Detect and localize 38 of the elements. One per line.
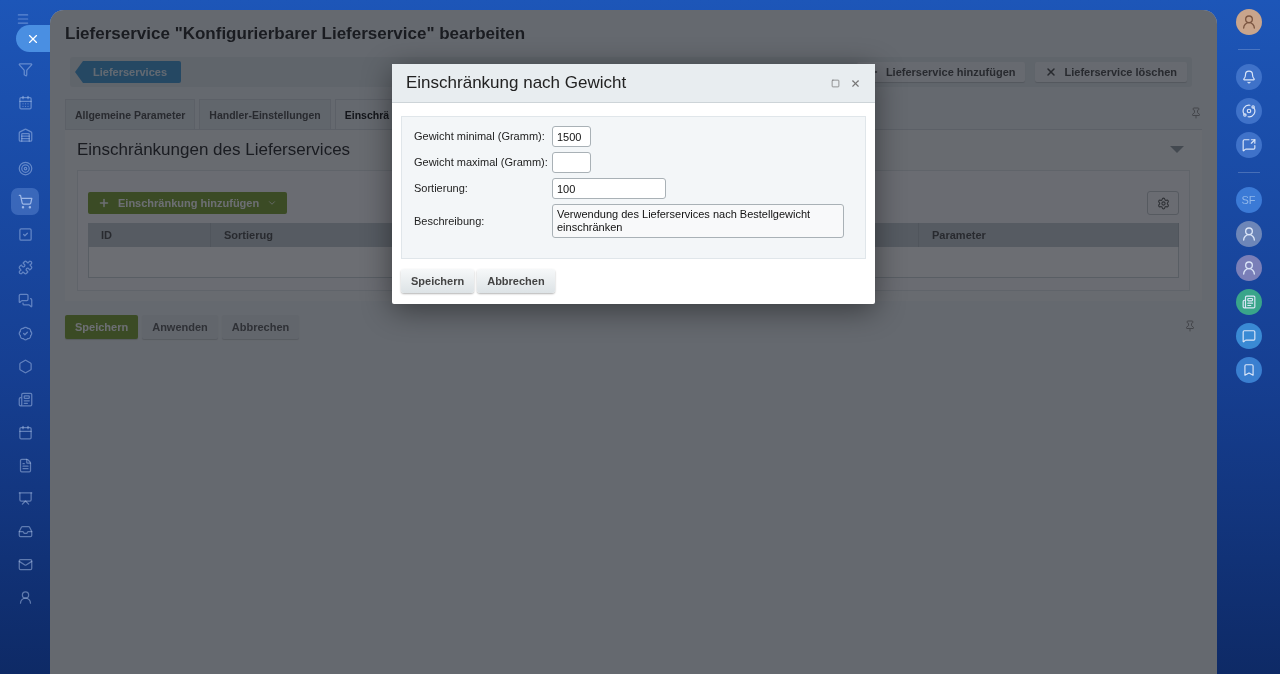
description-field[interactable]: Verwendung des Lieferservices nach Bestellgewicht einschränken bbox=[552, 204, 844, 238]
form-button[interactable]: Speichern bbox=[65, 315, 139, 339]
settings-button[interactable] bbox=[1147, 191, 1179, 215]
page-title: Lieferservice "Konfigurierbarer Lieferservice" bearbeiten bbox=[65, 23, 527, 45]
input-field[interactable]: 1500 bbox=[552, 126, 591, 147]
avatar[interactable] bbox=[1235, 255, 1262, 281]
chat-icon[interactable] bbox=[1235, 132, 1262, 158]
input-field[interactable]: 100 bbox=[552, 178, 666, 199]
bookmark-icon[interactable] bbox=[1235, 357, 1262, 383]
close-icon[interactable] bbox=[850, 77, 861, 89]
dialog-title: Einschränkung nach Gewicht bbox=[406, 73, 628, 93]
newspaper-icon[interactable] bbox=[1235, 289, 1262, 315]
close-icon bbox=[1045, 66, 1058, 78]
tab[interactable]: Handler-Einstellungen bbox=[199, 99, 331, 129]
avatar[interactable] bbox=[1235, 9, 1262, 35]
add-button[interactable]: Einschränkung hinzufügen bbox=[88, 192, 288, 214]
field-label: Gewicht maximal (Gramm): bbox=[414, 156, 549, 169]
close-button[interactable] bbox=[16, 25, 50, 52]
chat-icon[interactable] bbox=[1235, 323, 1262, 349]
toolbar-button[interactable]: Lieferservice löschen bbox=[1035, 62, 1187, 82]
field-label: Gewicht minimal (Gramm): bbox=[414, 130, 546, 143]
plus-icon bbox=[98, 197, 110, 209]
notification-icon[interactable] bbox=[1235, 64, 1262, 90]
avatar[interactable] bbox=[1235, 221, 1262, 247]
collapse-icon[interactable] bbox=[1170, 146, 1184, 154]
dialog-button[interactable]: Abbrechen bbox=[477, 269, 555, 293]
cart-icon[interactable] bbox=[11, 188, 39, 215]
settings-icon bbox=[1156, 196, 1170, 210]
tab[interactable]: Allgemeine Parameter bbox=[65, 99, 196, 129]
caret-icon bbox=[267, 198, 278, 208]
menu-icon[interactable] bbox=[16, 12, 30, 26]
maximize-icon[interactable] bbox=[831, 78, 840, 88]
dialog-button[interactable]: Speichern bbox=[401, 269, 475, 293]
initials-avatar[interactable]: SF bbox=[1235, 187, 1262, 213]
section-title: Einschränkungen des Lieferservices bbox=[77, 140, 351, 160]
input-field[interactable] bbox=[552, 152, 591, 173]
orbit-icon[interactable] bbox=[1235, 98, 1262, 124]
field-label: Sortierung: bbox=[414, 182, 469, 195]
